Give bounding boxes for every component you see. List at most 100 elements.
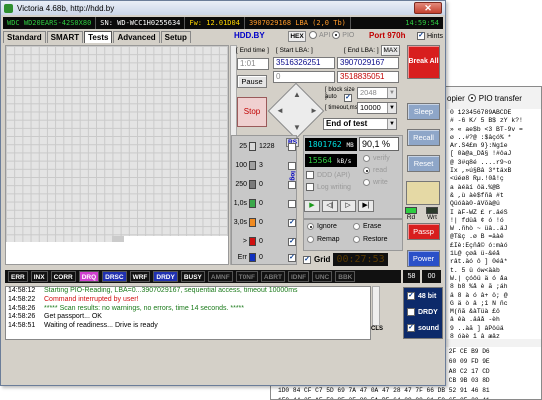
reset-button[interactable]: Reset xyxy=(407,155,440,172)
read-radio[interactable] xyxy=(363,167,370,174)
restore-radio[interactable] xyxy=(353,236,360,243)
passp-button[interactable]: Passp xyxy=(407,223,440,240)
counter-log-checkbox[interactable] xyxy=(288,162,296,170)
back-icon[interactable]: ◁| xyxy=(322,200,338,212)
end-mode-select[interactable]: End of test ▼ xyxy=(323,118,397,130)
status-number-1: 58 xyxy=(403,270,420,283)
hints-toggle[interactable]: ✓ Hints xyxy=(417,32,443,40)
close-button[interactable]: ✕ xyxy=(414,2,442,14)
counter-swatch xyxy=(249,218,256,227)
hex-ascii-line: # -6 K/ 5 B$ zY k?! xyxy=(450,117,523,125)
log-entry: 14:58:51 Waiting of readiness... Drive is… xyxy=(6,322,370,331)
pio-transfer-radio[interactable] xyxy=(467,94,476,102)
counter-log-checkbox[interactable]: ✓ xyxy=(288,219,296,227)
arrow-up-icon[interactable]: ▲ xyxy=(293,90,301,99)
play-icon[interactable]: ▶ xyxy=(304,200,320,212)
max-button[interactable]: MAX xyxy=(381,45,400,56)
speed-readout: 15564 kB/s xyxy=(305,154,357,167)
percent-readout: 90,1 % xyxy=(359,137,399,151)
pause-button[interactable]: Pause xyxy=(237,75,267,88)
drdy-checkbox[interactable] xyxy=(407,308,415,316)
end-time-input[interactable]: 1:01 xyxy=(237,58,269,70)
ignore-radio[interactable] xyxy=(307,223,314,230)
ddd-api-label: DDD (API) xyxy=(317,171,351,179)
forward-icon[interactable]: ▷ xyxy=(340,200,356,212)
status-flag: DRDY xyxy=(153,271,178,282)
sound-checkbox[interactable]: ✓ xyxy=(407,324,415,332)
counter-log-checkbox[interactable]: ✓ xyxy=(288,238,296,246)
bit48-option[interactable]: ✓ 48 bit xyxy=(404,288,442,304)
tab-advanced[interactable]: Advanced xyxy=(113,31,160,43)
arrow-down-icon[interactable]: ▼ xyxy=(293,123,301,132)
timeout-select[interactable]: 10000 ▼ xyxy=(357,102,397,114)
hex-button[interactable]: HEX xyxy=(288,31,306,42)
end-lba-label: [ End LBA: ] xyxy=(344,47,379,54)
tab-bar: Standard SMART Tests Advanced Setup xyxy=(3,31,192,43)
end-icon[interactable]: ▶| xyxy=(358,200,374,212)
sound-label: sound xyxy=(418,324,439,332)
end-lba-input[interactable]: 3907029167 xyxy=(337,57,399,69)
counter-log-checkbox[interactable] xyxy=(288,200,296,208)
write-radio[interactable] xyxy=(363,179,370,186)
tab-smart[interactable]: SMART xyxy=(46,31,84,43)
bit48-checkbox[interactable]: ✓ xyxy=(407,292,415,300)
remap-radio[interactable] xyxy=(307,236,314,243)
remap-option[interactable]: Remap xyxy=(307,236,340,243)
counter-log-checkbox[interactable]: ✓ xyxy=(288,254,296,262)
scan-map-grid xyxy=(5,45,229,265)
erase-radio[interactable] xyxy=(353,223,360,230)
log-writing-option[interactable]: Log writing xyxy=(306,183,351,191)
counter-value: 1228 xyxy=(259,143,275,150)
hex-dump-row: 1D0 84 CF C7 5D 69 7A 47 0A 47 28 47 7F … xyxy=(278,387,490,395)
chevron-down-icon[interactable]: ▼ xyxy=(387,103,396,113)
counter-log-checkbox[interactable] xyxy=(288,143,296,151)
ddd-api-checkbox[interactable] xyxy=(306,171,314,179)
drdy-option[interactable]: DRDY xyxy=(404,304,442,320)
write-option[interactable]: write xyxy=(363,179,388,186)
erase-option[interactable]: Erase xyxy=(353,223,381,230)
hex-ascii-line: £Iè:Eçñå© ó:màó xyxy=(450,241,508,249)
tab-tests[interactable]: Tests xyxy=(84,31,113,43)
hex-ascii-line: W .ñhò ~ üâ..äJ xyxy=(450,225,508,233)
ignore-option[interactable]: Ignore xyxy=(307,223,337,230)
counter-swatch xyxy=(249,199,256,208)
log-writing-checkbox[interactable] xyxy=(306,183,314,191)
hex-ascii-line: rât.äó ô ] 0éâ* xyxy=(450,258,508,266)
power-button[interactable]: Power xyxy=(407,250,440,267)
log-scrollbar[interactable] xyxy=(372,286,380,326)
chevron-down-icon[interactable]: ▼ xyxy=(387,119,396,129)
arrow-left-icon[interactable]: ◄ xyxy=(276,106,284,115)
drive-firmware: Fw: 12.01D04 xyxy=(185,17,245,29)
sleep-button[interactable]: Sleep xyxy=(407,103,440,120)
chevron-down-icon[interactable]: ▼ xyxy=(387,88,396,98)
auto-checkbox[interactable]: ✓ xyxy=(344,94,352,102)
verify-option[interactable]: verify xyxy=(363,155,390,162)
hints-label: Hints xyxy=(427,32,443,40)
restore-option[interactable]: Restore xyxy=(353,236,388,243)
recall-button[interactable]: Recall xyxy=(407,129,440,146)
clear-log-button[interactable]: CLS xyxy=(371,326,383,332)
log-entry: 14:58:26 Get passport... OK xyxy=(6,313,370,322)
start-lba-input[interactable]: 3516326251 xyxy=(273,57,335,69)
sound-option[interactable]: ✓ sound xyxy=(404,320,442,336)
stop-button[interactable]: Stop xyxy=(237,97,267,127)
arrow-right-icon[interactable]: ► xyxy=(310,106,318,115)
status-flag: AMNF xyxy=(207,271,233,282)
hddby-link[interactable]: HDD.BY xyxy=(234,31,265,40)
verify-radio[interactable] xyxy=(363,155,370,162)
port-label: Port 970h xyxy=(369,31,406,40)
counter-threshold: 1,0s xyxy=(233,200,247,207)
tab-standard[interactable]: Standard xyxy=(3,31,46,43)
break-all-button[interactable]: Break All xyxy=(407,45,440,79)
pio-radio[interactable] xyxy=(332,31,341,39)
grid-checkbox[interactable]: ✓ xyxy=(303,255,311,264)
block-size-select[interactable]: 2048 ▼ xyxy=(357,87,397,99)
ddd-api-option[interactable]: DDD (API) xyxy=(306,171,350,179)
hints-checkbox[interactable]: ✓ xyxy=(417,32,425,40)
start-lba-secondary[interactable]: 0 xyxy=(273,71,335,83)
read-option[interactable]: read xyxy=(363,167,387,174)
pio-transfer-label: PIO transfer xyxy=(478,93,522,103)
counter-log-checkbox[interactable] xyxy=(288,181,296,189)
api-radio[interactable] xyxy=(309,31,317,39)
tab-setup[interactable]: Setup xyxy=(160,31,191,43)
